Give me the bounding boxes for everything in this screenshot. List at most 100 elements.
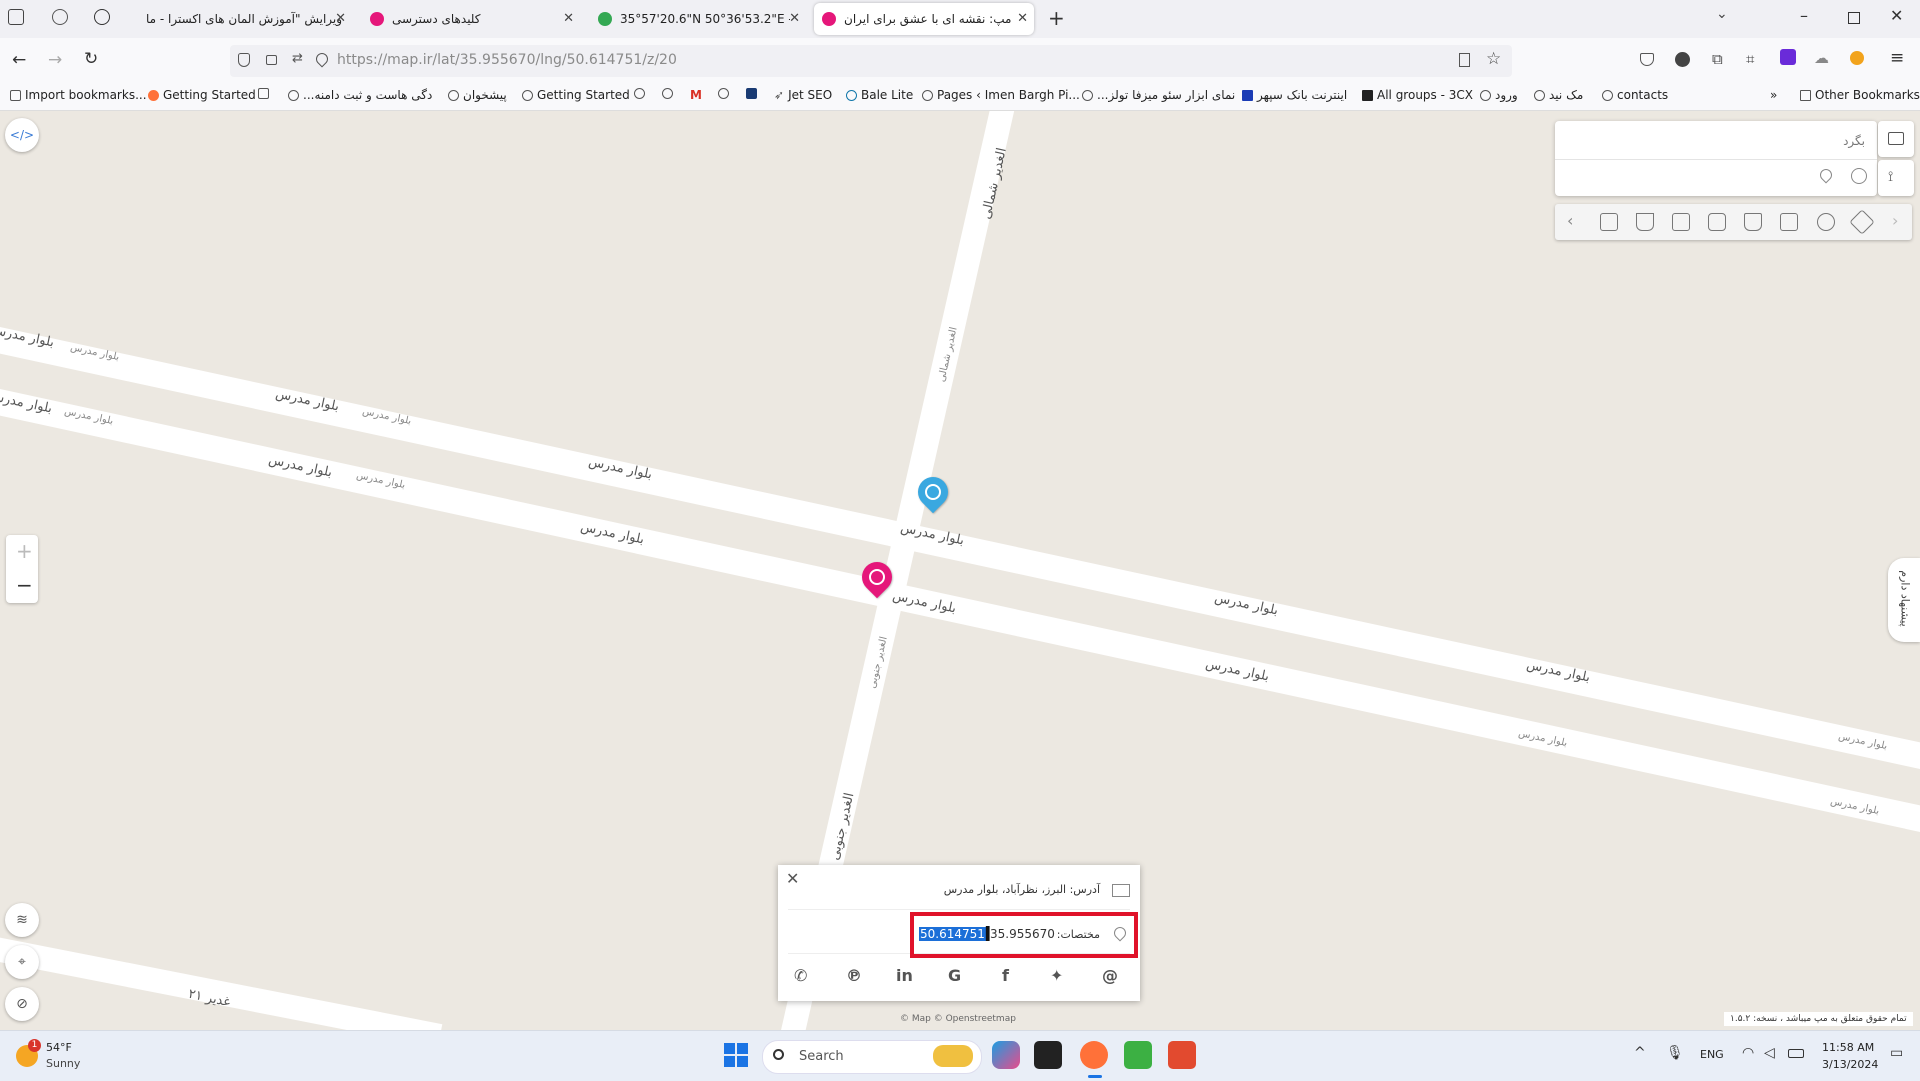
zoom-in-button[interactable]: + xyxy=(16,539,33,563)
tracking-protection-icon[interactable] xyxy=(238,53,250,67)
bookmark-app[interactable] xyxy=(746,88,761,99)
clock-date[interactable]: 3/13/2024 xyxy=(1822,1058,1878,1071)
bookmark-gmail[interactable]: M xyxy=(690,88,702,102)
clock-time[interactable]: 11:58 AM xyxy=(1822,1041,1874,1054)
other-bookmarks[interactable]: Other Bookmarks xyxy=(1800,88,1920,102)
menu-icon[interactable]: ≡ xyxy=(1890,48,1904,68)
firefox-icon[interactable] xyxy=(1080,1041,1108,1069)
close-tab-icon[interactable]: ✕ xyxy=(563,11,574,26)
notifications-icon[interactable]: ▭ xyxy=(1890,1045,1903,1061)
minimize-window-icon[interactable]: – xyxy=(1800,6,1808,25)
bookmark-dashboard[interactable]: پیشخوان xyxy=(448,88,507,102)
red-app-icon[interactable] xyxy=(1168,1041,1196,1069)
shopping-category-icon[interactable] xyxy=(1780,213,1798,231)
facebook-icon[interactable]: f xyxy=(1002,966,1009,985)
bookmark-globe-b[interactable] xyxy=(662,88,677,99)
close-tab-icon[interactable]: ✕ xyxy=(789,11,800,26)
start-button[interactable] xyxy=(724,1043,748,1067)
bookmark-import[interactable]: Import bookmarks... xyxy=(10,88,147,102)
lock-icon[interactable] xyxy=(266,55,277,65)
zoom-out-button[interactable]: − xyxy=(16,573,33,597)
twitter-icon[interactable]: ✦ xyxy=(1050,966,1063,985)
bookmark-sepah-bank[interactable]: اینترنت بانک سپهر xyxy=(1242,88,1347,102)
mail-icon[interactable] xyxy=(1112,884,1130,897)
feedback-tab[interactable]: پیشنهاد دارم xyxy=(1888,558,1920,642)
taskbar-search[interactable]: Search xyxy=(762,1040,982,1074)
map-attribution[interactable]: © Map © Openstreetmap xyxy=(900,1014,1016,1024)
login-button[interactable] xyxy=(1878,121,1914,157)
bookmark-getting-started-2[interactable]: Getting Started xyxy=(522,88,630,102)
microphone-icon[interactable]: 🎙 xyxy=(1666,1045,1684,1061)
locate-me-button[interactable]: ⌖ xyxy=(5,945,39,979)
bookmark-calendar[interactable] xyxy=(258,88,273,99)
reload-icon[interactable]: ↻ xyxy=(84,49,98,69)
fuel-category-icon[interactable] xyxy=(1672,213,1690,231)
bookmark-bale-lite[interactable]: Bale Lite xyxy=(846,88,913,102)
language-indicator[interactable]: ENG xyxy=(1700,1048,1724,1061)
route-button[interactable]: ⟟ xyxy=(1878,160,1914,196)
bookmark-pages[interactable]: Pages ‹ Imen Bargh Pi... xyxy=(922,88,1080,102)
cafe-category-icon[interactable] xyxy=(1636,213,1654,231)
email-at-icon[interactable]: @ xyxy=(1102,966,1118,985)
bookmark-globe-c[interactable] xyxy=(718,88,733,99)
category-next-icon[interactable]: › xyxy=(1892,211,1898,230)
search-input[interactable] xyxy=(1563,127,1867,155)
document-category-icon[interactable] xyxy=(1600,213,1618,231)
new-tab-button[interactable]: + xyxy=(1048,6,1065,30)
bookmark-mac-need[interactable]: مک نید xyxy=(1534,88,1583,102)
weather-widget[interactable]: 1 54°F Sunny xyxy=(14,1039,114,1075)
forward-icon[interactable]: → xyxy=(48,50,62,70)
pinterest-icon[interactable]: ℗ xyxy=(846,966,862,985)
wifi-icon[interactable]: ◠ xyxy=(1742,1045,1754,1061)
location-pin-icon[interactable] xyxy=(1817,166,1835,184)
back-icon[interactable]: ← xyxy=(12,50,26,70)
layers-button[interactable]: ≋ xyxy=(5,903,39,937)
tab-extra-elements[interactable]: ویرایش "آموزش المان های اکسترا - ما ✕ xyxy=(138,3,352,35)
bookmarks-overflow[interactable]: » xyxy=(1770,88,1777,102)
bookmark-hosting[interactable]: ...دگی هاست و ثبت دامنه xyxy=(288,88,432,102)
whatsapp-icon[interactable]: ✆ xyxy=(794,966,807,985)
close-tab-icon[interactable]: ✕ xyxy=(1017,11,1028,26)
copyright-text[interactable]: تمام حقوق متعلق به مپ میباشد ، نسخه: ۱.۵… xyxy=(1724,1012,1913,1026)
sport-category-icon[interactable] xyxy=(1817,213,1835,231)
pharmacy-category-icon[interactable] xyxy=(1708,213,1726,231)
copilot-icon[interactable] xyxy=(992,1041,1020,1069)
linkedin-icon[interactable]: in xyxy=(896,966,913,985)
layers-category-icon[interactable] xyxy=(1849,209,1875,235)
battery-icon[interactable] xyxy=(1788,1049,1804,1058)
category-prev-icon[interactable]: ‹ xyxy=(1567,211,1573,230)
google-icon[interactable]: G xyxy=(948,966,961,985)
polygon-icon[interactable] xyxy=(1851,168,1867,184)
pinned-tab-globe-icon[interactable] xyxy=(94,9,110,25)
tab-access-keys[interactable]: کلیدهای دسترسی ✕ xyxy=(362,3,580,35)
restore-window-icon[interactable] xyxy=(1848,12,1860,24)
cloud-extension-icon[interactable]: ☁ xyxy=(1814,49,1829,67)
bookmark-3cx[interactable]: All groups - 3CX xyxy=(1362,88,1473,102)
tab-google-maps[interactable]: 35°57'20.6"N 50°36'53.2"E - Goo ✕ xyxy=(590,3,806,35)
tab-mapir[interactable]: مپ: نقشه ای با عشق برای ایران ✕ xyxy=(814,3,1034,35)
green-app-icon[interactable] xyxy=(1124,1041,1152,1069)
bookmark-getting-started[interactable]: Getting Started xyxy=(148,88,256,102)
extensions-icon[interactable]: ⧉ xyxy=(1712,50,1723,68)
close-window-icon[interactable]: ✕ xyxy=(1890,6,1903,25)
bookmark-login[interactable]: ورود xyxy=(1480,88,1518,102)
pinned-tab-github-icon[interactable] xyxy=(52,9,68,25)
bookmark-jet-seo[interactable]: ➶ Jet SEO xyxy=(774,88,832,102)
tab-overview-icon[interactable] xyxy=(8,9,24,25)
terminal-icon[interactable] xyxy=(1034,1041,1062,1069)
hide-pois-button[interactable]: ⊘ xyxy=(5,987,39,1021)
close-tab-icon[interactable]: ✕ xyxy=(335,11,346,26)
bookmark-mizfa[interactable]: ...نمای ابزار سئو میزفا تولز xyxy=(1082,88,1235,102)
bookmark-globe-a[interactable] xyxy=(634,88,649,99)
account-icon[interactable] xyxy=(1675,52,1690,67)
crop-icon[interactable]: ⌗ xyxy=(1746,50,1754,68)
list-all-tabs-icon[interactable]: ⌄ xyxy=(1716,6,1728,22)
show-hidden-icons[interactable]: ^ xyxy=(1634,1045,1646,1061)
permissions-icon[interactable]: ⇄ xyxy=(292,51,303,66)
url-text[interactable]: https://map.ir/lat/35.955670/lng/50.6147… xyxy=(337,52,677,68)
bookmark-star-icon[interactable]: ☆ xyxy=(1486,49,1501,69)
volume-icon[interactable]: ◁ xyxy=(1764,1045,1775,1061)
close-popup-button[interactable]: ✕ xyxy=(786,869,799,888)
extension-badge-icon[interactable] xyxy=(1780,49,1796,65)
reader-view-icon[interactable] xyxy=(1459,53,1470,67)
